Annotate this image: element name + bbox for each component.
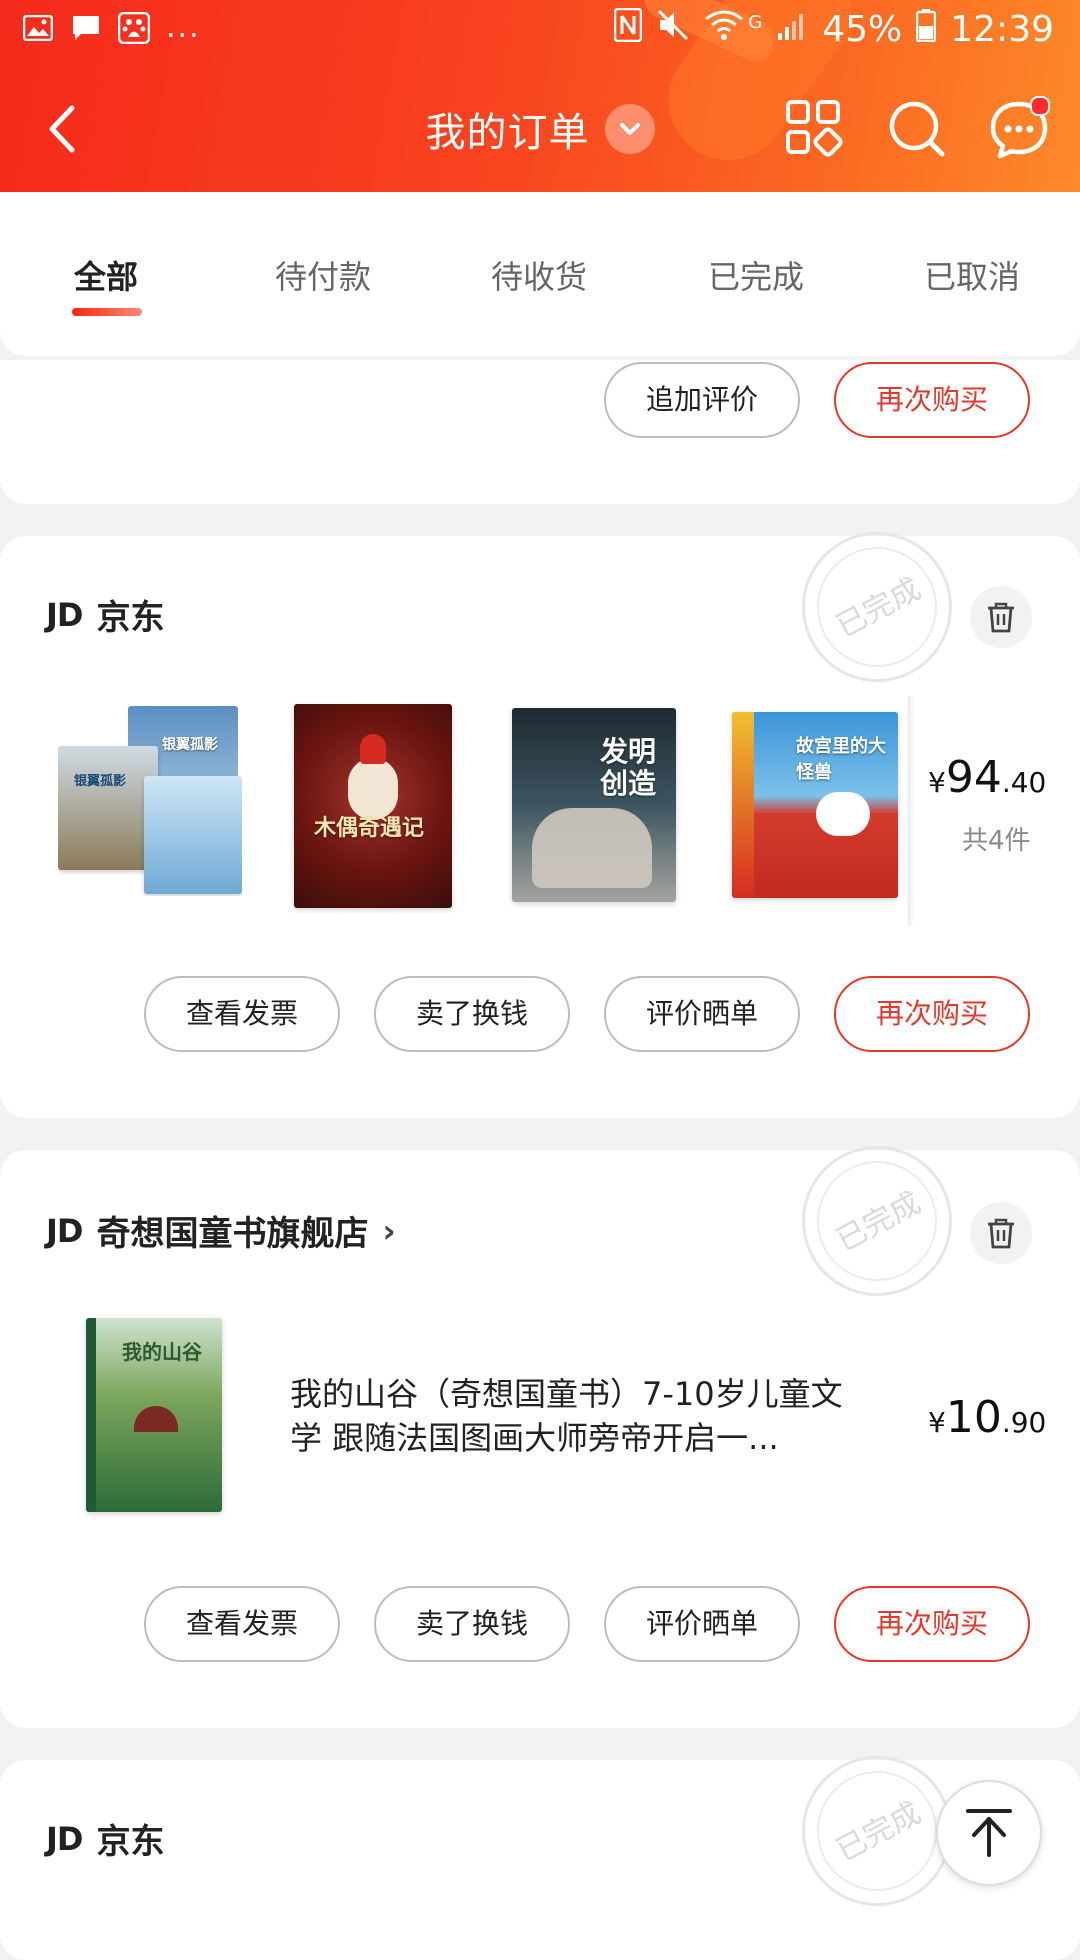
nav-bar: 我的订单 bbox=[0, 64, 1080, 192]
grid-icon bbox=[786, 100, 843, 157]
resell-button[interactable]: 卖了换钱 bbox=[374, 1586, 570, 1662]
more-notifications: ... bbox=[166, 10, 201, 45]
product-name[interactable]: 我的山谷（奇想国童书）7-10岁儿童文学 跟随法国图画大师旁帝开启一... bbox=[290, 1372, 860, 1460]
title-dropdown-button[interactable] bbox=[604, 104, 655, 154]
baidu-app-icon bbox=[118, 12, 150, 44]
book-title: 我的山谷 bbox=[122, 1340, 202, 1364]
product-image[interactable]: 银翼孤影 银翼孤影 bbox=[58, 706, 242, 896]
completed-stamp: 已完成 bbox=[802, 1146, 952, 1296]
tab-pending-receipt[interactable]: 待收货 bbox=[491, 252, 587, 298]
order-card[interactable]: JD 京东 已完成 银翼孤影 银翼孤影 木偶奇遇记 发明创造 故宫里的大怪兽 ¥… bbox=[0, 532, 1080, 1118]
trash-icon bbox=[988, 1218, 1014, 1249]
shop-label: 奇想国童书旗舰店 bbox=[96, 1214, 369, 1254]
delete-order-button[interactable] bbox=[970, 586, 1032, 648]
status-bar: ... G 45% 12:39 bbox=[0, 0, 1080, 64]
buy-again-button[interactable]: 再次购买 bbox=[834, 1586, 1030, 1662]
page-title[interactable]: 我的订单 bbox=[425, 100, 589, 158]
shop-name[interactable]: JD 京东 bbox=[46, 1814, 164, 1863]
mute-icon bbox=[656, 8, 690, 51]
network-type: G bbox=[748, 12, 763, 33]
scroll-shadow bbox=[908, 696, 914, 926]
chevron-right-icon: › bbox=[382, 1211, 396, 1250]
shop-label: 京东 bbox=[96, 598, 165, 638]
completed-stamp: 已完成 bbox=[802, 532, 952, 682]
tab-all[interactable]: 全部 bbox=[74, 252, 138, 298]
clock: 12:39 bbox=[950, 9, 1054, 50]
category-grid-button[interactable] bbox=[784, 98, 846, 160]
product-image[interactable]: 我的山谷 bbox=[86, 1318, 222, 1512]
buy-again-button[interactable]: 再次购买 bbox=[834, 362, 1030, 438]
add-review-button[interactable]: 追加评价 bbox=[604, 362, 800, 438]
messages-button[interactable] bbox=[988, 96, 1050, 160]
tab-completed[interactable]: 已完成 bbox=[708, 252, 804, 298]
chevron-down-icon bbox=[619, 123, 640, 135]
currency-symbol: ¥ bbox=[928, 1406, 946, 1439]
shop-name[interactable]: JD 奇想国童书旗舰店 › bbox=[46, 1206, 396, 1255]
arrow-up-icon bbox=[966, 1809, 1012, 1857]
product-image[interactable]: 故宫里的大怪兽 bbox=[732, 712, 898, 898]
price-decimal: .90 bbox=[1001, 1406, 1047, 1439]
view-invoice-button[interactable]: 查看发票 bbox=[144, 976, 340, 1052]
battery-icon bbox=[916, 8, 937, 51]
back-to-top-button[interactable] bbox=[936, 1780, 1042, 1886]
product-image[interactable]: 发明创造 bbox=[512, 708, 676, 902]
book-title: 故宫里的大怪兽 bbox=[796, 736, 886, 783]
jd-logo: JD bbox=[46, 1211, 83, 1250]
book-title: 银翼孤影 bbox=[162, 737, 218, 753]
jd-logo: JD bbox=[46, 595, 83, 634]
unread-dot bbox=[1030, 96, 1050, 116]
app-header: ... G 45% 12:39 我的订单 bbox=[0, 0, 1080, 192]
review-button[interactable]: 评价晒单 bbox=[604, 976, 800, 1052]
shop-name[interactable]: JD 京东 bbox=[46, 590, 164, 639]
order-card: 追加评价 再次购买 bbox=[0, 360, 1080, 504]
resell-button[interactable]: 卖了换钱 bbox=[374, 976, 570, 1052]
view-invoice-button[interactable]: 查看发票 bbox=[144, 1586, 340, 1662]
price-integer: 10 bbox=[945, 1392, 1002, 1443]
delete-order-button[interactable] bbox=[970, 1202, 1032, 1264]
search-button[interactable] bbox=[886, 98, 948, 160]
shop-label: 京东 bbox=[96, 1822, 165, 1862]
nfc-icon bbox=[614, 7, 643, 51]
order-card[interactable]: JD 京东 已完成 bbox=[0, 1756, 1080, 1960]
currency-symbol: ¥ bbox=[928, 766, 946, 799]
search-icon bbox=[889, 101, 945, 157]
book-title: 木偶奇遇记 bbox=[314, 816, 425, 841]
gallery-icon bbox=[22, 12, 54, 44]
order-total-price: ¥10.90 bbox=[928, 1392, 1046, 1443]
order-card[interactable]: JD 奇想国童书旗舰店 › 已完成 我的山谷 我的山谷（奇想国童书）7-10岁儿… bbox=[0, 1146, 1080, 1728]
signal-icon bbox=[776, 9, 808, 50]
trash-icon bbox=[988, 602, 1014, 633]
message-icon bbox=[70, 12, 102, 44]
buy-again-button[interactable]: 再次购买 bbox=[834, 976, 1030, 1052]
product-image[interactable]: 木偶奇遇记 bbox=[294, 704, 452, 908]
book-title: 银翼孤影 bbox=[74, 774, 127, 789]
book-title: 发明创造 bbox=[600, 735, 657, 800]
review-button[interactable]: 评价晒单 bbox=[604, 1586, 800, 1662]
jd-logo: JD bbox=[46, 1819, 83, 1858]
tab-cancelled[interactable]: 已取消 bbox=[924, 252, 1020, 298]
price-decimal: .40 bbox=[1001, 766, 1047, 799]
order-status-tabs: 全部 待付款 待收货 已完成 已取消 bbox=[0, 192, 1080, 356]
battery-percent: 45% bbox=[822, 9, 903, 50]
completed-stamp: 已完成 bbox=[802, 1756, 952, 1906]
order-total-price: ¥94.40 bbox=[928, 752, 1046, 803]
price-integer: 94 bbox=[945, 752, 1002, 803]
wifi-icon bbox=[704, 9, 744, 50]
active-tab-indicator bbox=[72, 308, 142, 316]
item-count: 共4件 bbox=[962, 826, 1031, 856]
tab-pending-payment[interactable]: 待付款 bbox=[275, 252, 371, 298]
